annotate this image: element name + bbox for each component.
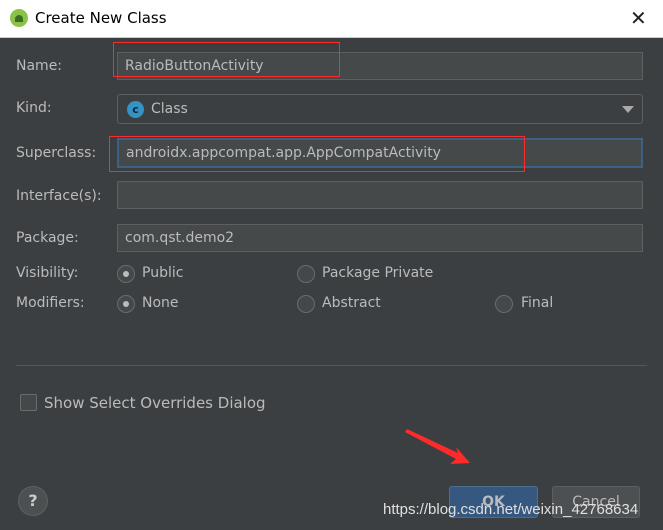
package-input[interactable] — [117, 224, 643, 252]
modifiers-label: Modifiers: — [16, 295, 85, 311]
interfaces-label: Interface(s): — [16, 188, 102, 204]
title-bar: Create New Class ✕ — [0, 0, 663, 38]
watermark: https://blog.csdn.net/weixin_42768634 — [383, 501, 639, 518]
annotation-box-name — [113, 42, 340, 77]
kind-value: Class — [151, 101, 188, 117]
kind-dropdown[interactable]: c Class — [117, 94, 643, 124]
help-button[interactable]: ? — [18, 486, 48, 516]
radio-abstract[interactable] — [297, 295, 315, 313]
divider — [16, 365, 647, 366]
window-title: Create New Class — [35, 9, 167, 27]
radio-none[interactable] — [117, 295, 135, 313]
visibility-label: Visibility: — [16, 265, 79, 281]
name-label: Name: — [16, 58, 63, 74]
radio-public[interactable] — [117, 265, 135, 283]
annotation-arrow-icon — [405, 429, 470, 464]
kind-label: Kind: — [16, 100, 52, 116]
radio-package-private[interactable] — [297, 265, 315, 283]
package-label: Package: — [16, 230, 79, 246]
radio-abstract-label[interactable]: Abstract — [322, 295, 381, 311]
superclass-label: Superclass: — [16, 145, 97, 161]
annotation-box-superclass — [109, 136, 525, 172]
chevron-down-icon[interactable] — [622, 106, 634, 113]
overrides-label[interactable]: Show Select Overrides Dialog — [44, 394, 266, 412]
overrides-checkbox[interactable] — [20, 394, 37, 411]
class-icon: c — [127, 101, 144, 118]
radio-public-label[interactable]: Public — [142, 265, 183, 281]
radio-final[interactable] — [495, 295, 513, 313]
android-studio-logo-icon — [10, 9, 28, 27]
interfaces-input[interactable] — [117, 181, 643, 209]
radio-package-private-label[interactable]: Package Private — [322, 265, 433, 281]
radio-none-label[interactable]: None — [142, 295, 179, 311]
close-icon[interactable]: ✕ — [630, 6, 647, 30]
radio-final-label[interactable]: Final — [521, 295, 553, 311]
